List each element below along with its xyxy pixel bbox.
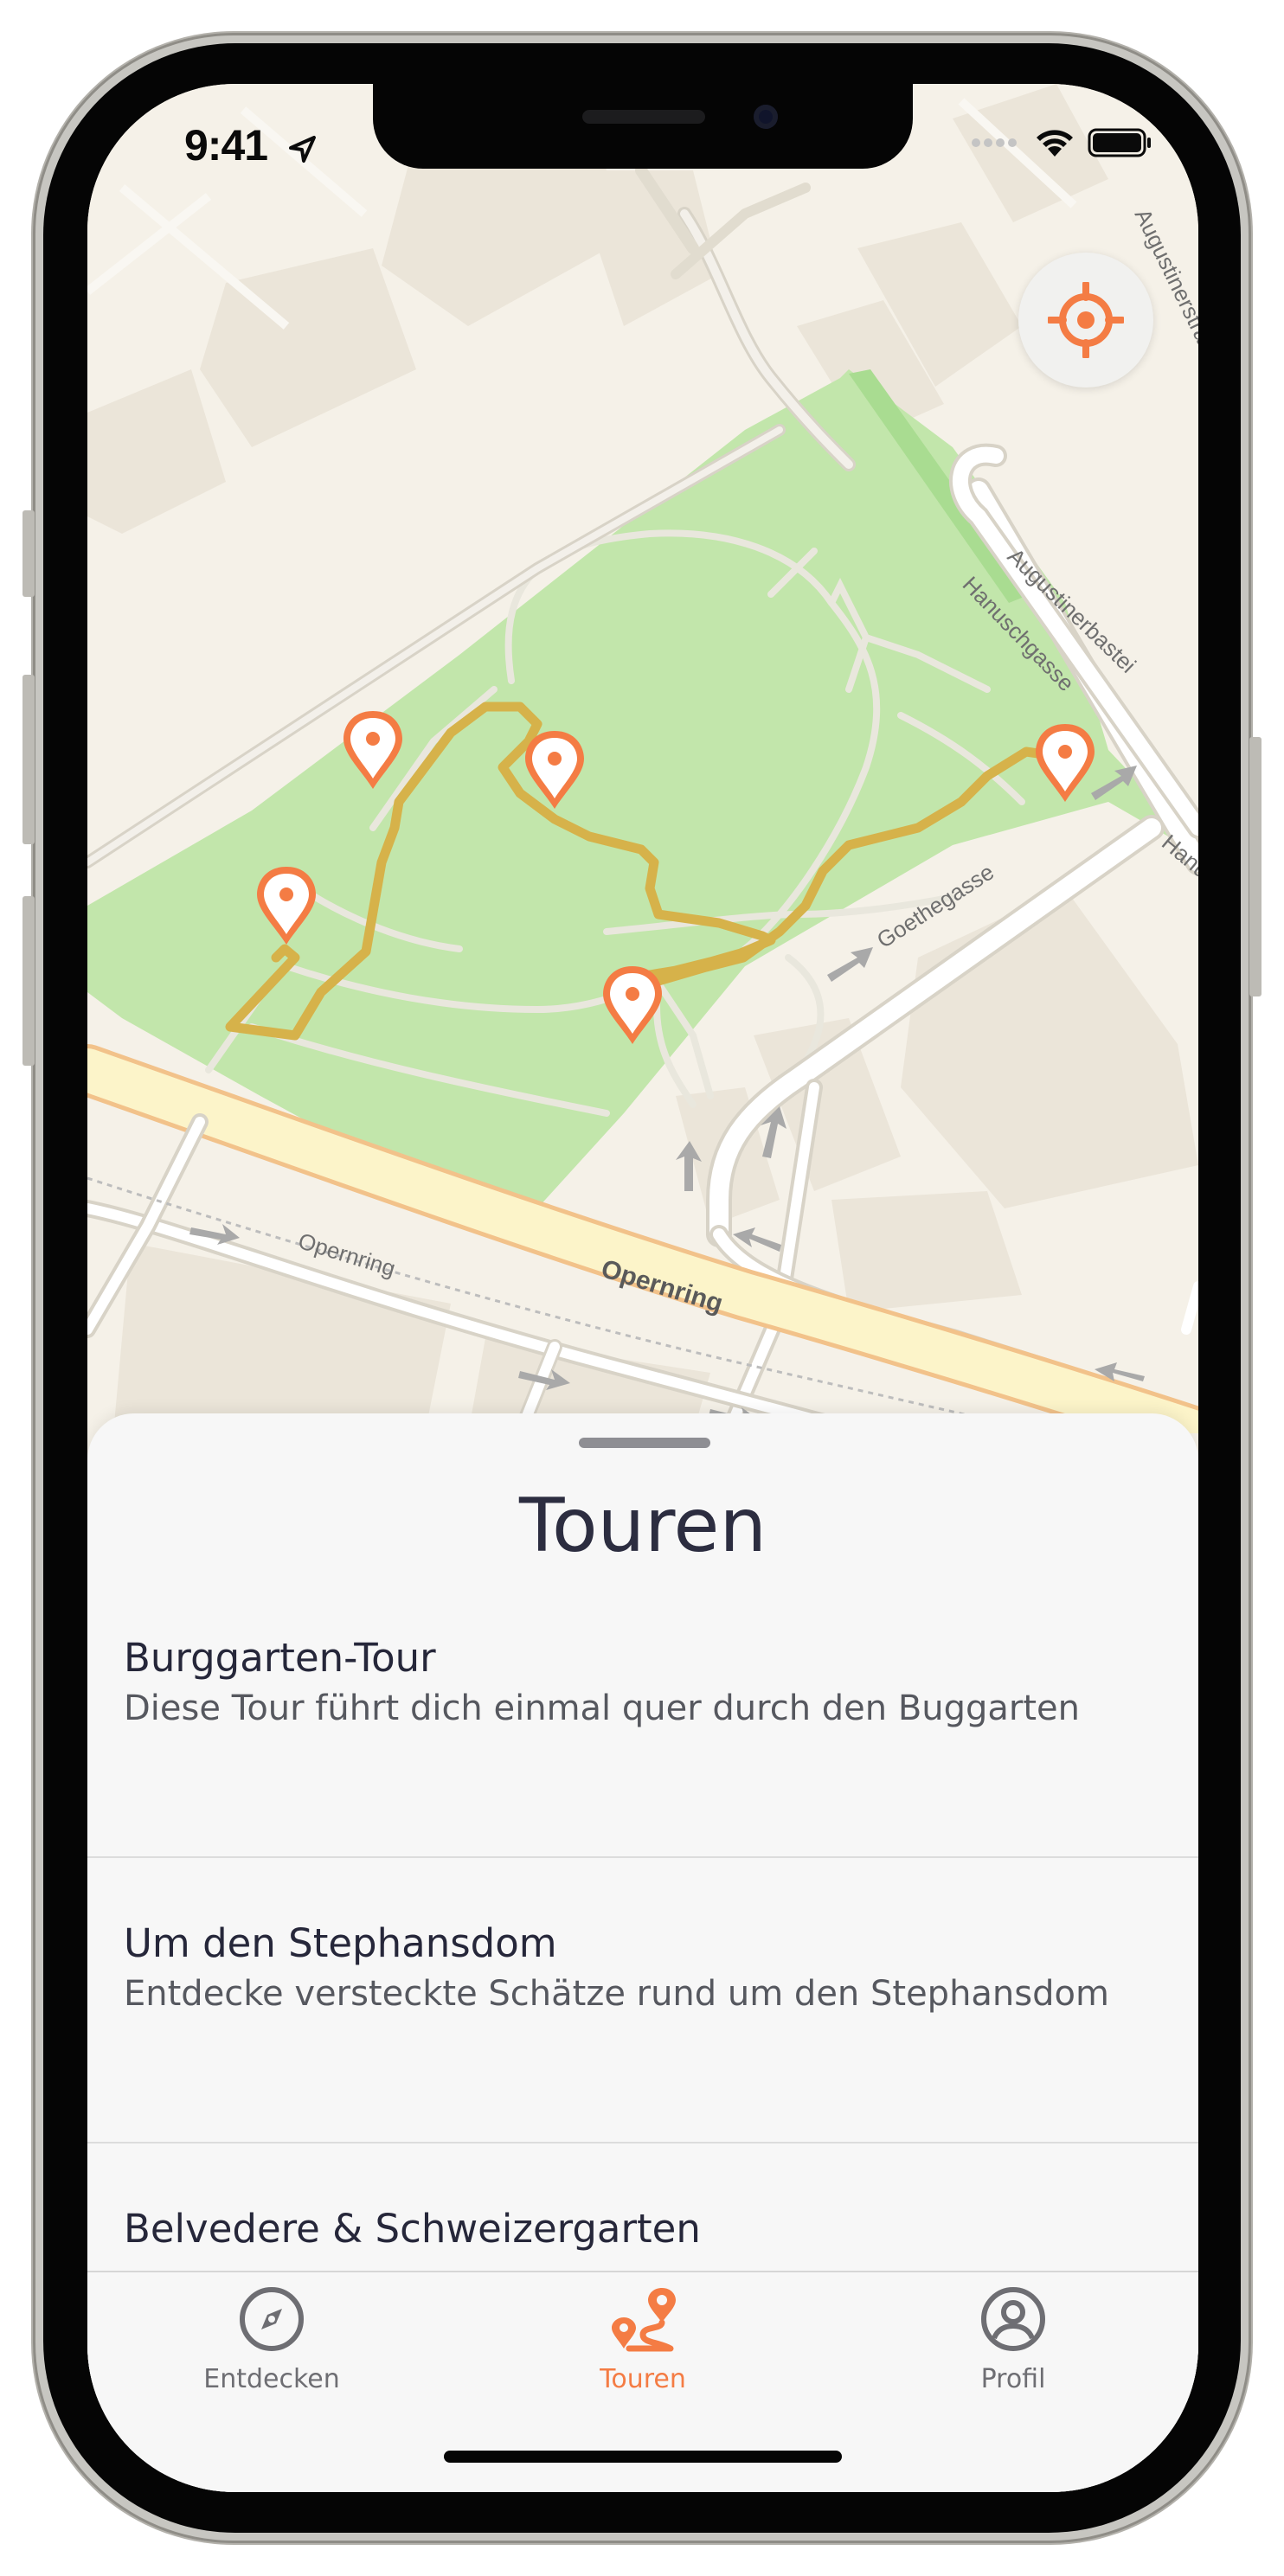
- compass-icon: [240, 2287, 304, 2351]
- locate-button[interactable]: [1018, 253, 1153, 388]
- mute-switch: [22, 510, 35, 597]
- user-circle-icon: [981, 2287, 1045, 2351]
- tab-entdecken[interactable]: Entdecken: [142, 2272, 401, 2419]
- tour-title: Belvedere & Schweizergarten: [124, 2206, 701, 2252]
- tour-description: Diese Tour führt dich einmal quer durch …: [124, 1688, 1080, 1728]
- notch: [373, 84, 913, 169]
- tour-title: Burggarten-Tour: [124, 1635, 436, 1681]
- tour-description: Entdecke versteckte Schätze rund um den …: [124, 1974, 1109, 2014]
- status-right: [970, 124, 1153, 162]
- wifi-icon: [1037, 130, 1073, 157]
- volume-up-button: [22, 675, 35, 844]
- tour-list-item[interactable]: Burggarten-Tour Diese Tour führt dich ei…: [87, 1573, 1198, 1858]
- tab-label: Entdecken: [203, 2364, 340, 2394]
- power-button: [1249, 737, 1262, 996]
- locate-crosshair-icon: [1048, 282, 1124, 358]
- route-icon: [612, 2288, 676, 2352]
- tab-label: Profil: [980, 2364, 1046, 2394]
- sheet-title: Touren: [519, 1483, 767, 1569]
- tour-list-item[interactable]: Um den Stephansdom Entdecke versteckte S…: [87, 1858, 1198, 2143]
- signal-icon: [972, 138, 1017, 147]
- speaker: [582, 110, 705, 124]
- camera: [754, 105, 778, 129]
- tab-label: Touren: [600, 2364, 686, 2394]
- sheet-grabber[interactable]: [579, 1438, 710, 1448]
- tab-profil[interactable]: Profil: [883, 2272, 1143, 2419]
- tour-title: Um den Stephansdom: [124, 1920, 557, 1966]
- home-indicator: [444, 2451, 842, 2463]
- volume-down-button: [22, 896, 35, 1066]
- screen: Augustinerstraße Augustinerbastei Hanusc…: [87, 84, 1198, 2492]
- location-arrow-icon: [289, 136, 316, 163]
- battery-icon: [1088, 128, 1151, 157]
- status-time: 9:41: [184, 121, 268, 170]
- tab-touren[interactable]: Touren: [513, 2272, 773, 2419]
